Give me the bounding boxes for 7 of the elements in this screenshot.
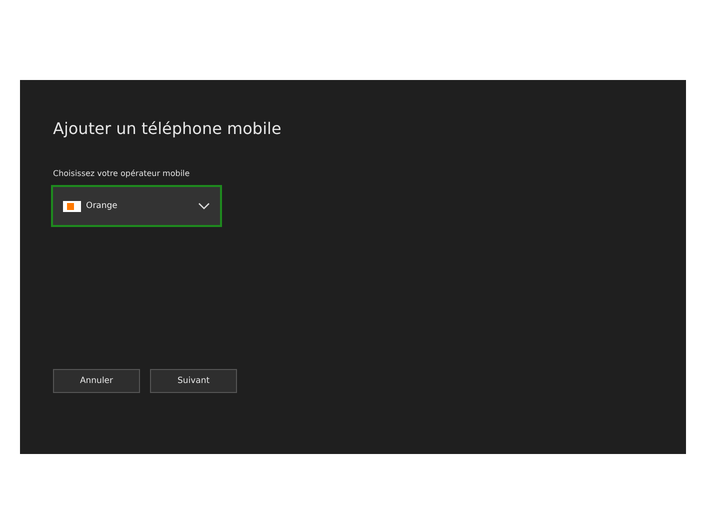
next-button[interactable]: Suivant — [150, 369, 237, 393]
logo-icon — [63, 200, 81, 212]
operator-dropdown[interactable]: Orange — [51, 185, 222, 227]
dialog-title: Ajouter un téléphone mobile — [53, 118, 282, 140]
chevron-down-icon — [198, 202, 210, 210]
cancel-button[interactable]: Annuler — [53, 369, 140, 393]
field-label: Choisissez votre opérateur mobile — [53, 168, 190, 180]
